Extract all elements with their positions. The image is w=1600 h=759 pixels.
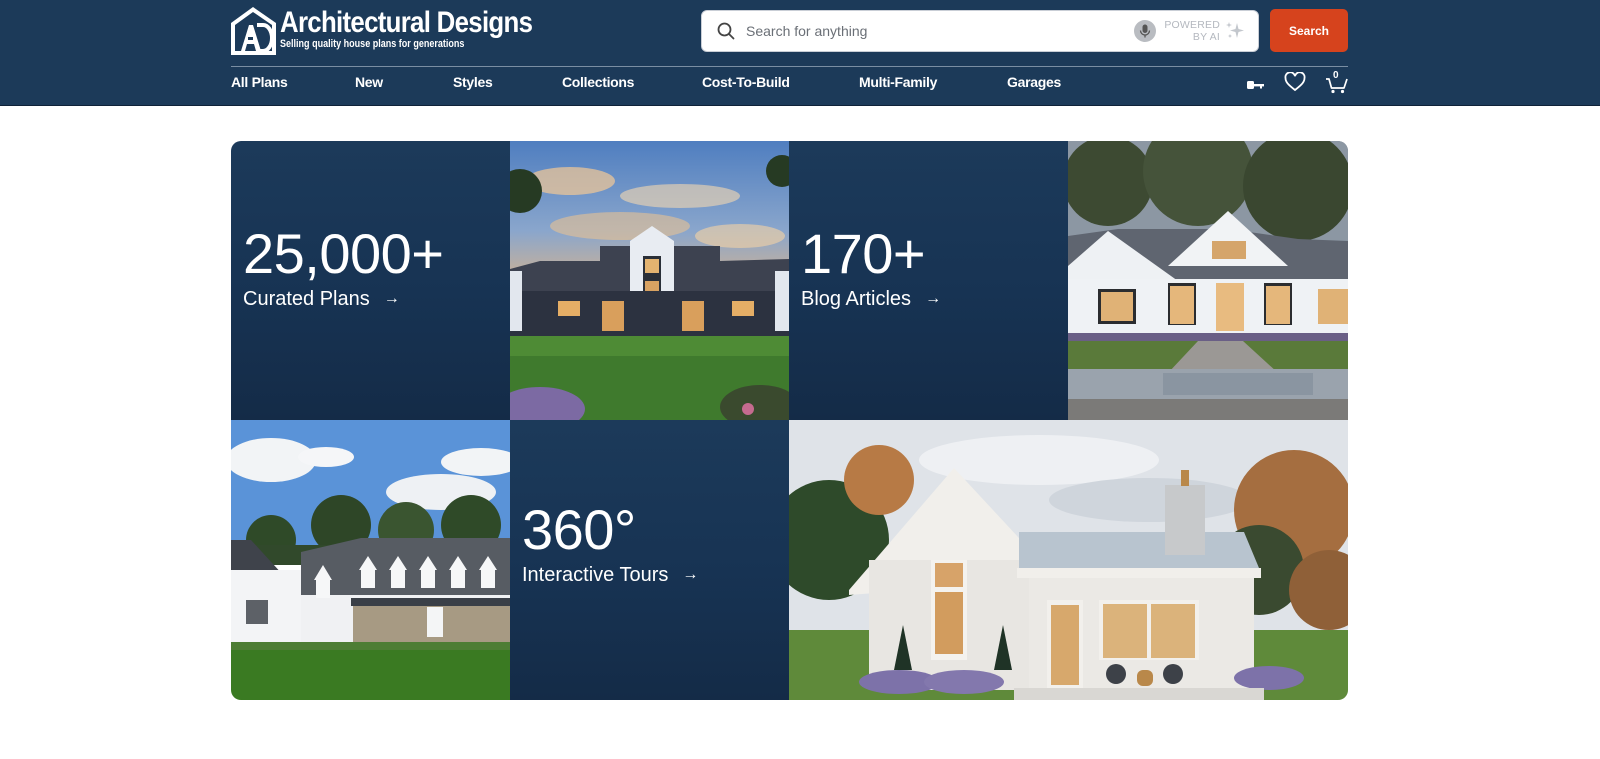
arrow-right-icon: → bbox=[383, 290, 400, 307]
powered-line-1: POWERED bbox=[1164, 19, 1220, 31]
powered-by-ai-label: POWERED BY AI bbox=[1164, 19, 1220, 43]
nav-item-garages[interactable]: Garages bbox=[1007, 74, 1061, 90]
powered-line-2: BY AI bbox=[1192, 31, 1220, 43]
photo-white-colonial[interactable] bbox=[231, 420, 510, 700]
photo-white-farmhouse[interactable] bbox=[1068, 141, 1348, 420]
search-input[interactable] bbox=[746, 11, 1135, 51]
nav-divider bbox=[231, 66, 1348, 67]
white-farmhouse-image bbox=[1068, 141, 1348, 420]
nav-item-collections[interactable]: Collections bbox=[562, 74, 634, 90]
arrow-right-icon: → bbox=[925, 290, 942, 307]
nav-item-all-plans[interactable]: All Plans bbox=[231, 74, 288, 90]
search-icon bbox=[716, 21, 736, 41]
search-bar: POWERED BY AI bbox=[701, 10, 1259, 52]
brand-name: Architectural Designs bbox=[280, 6, 533, 39]
key-icon[interactable] bbox=[1247, 78, 1265, 96]
sparkle-icon bbox=[1224, 20, 1246, 42]
photo-farmhouse-sunset[interactable] bbox=[510, 141, 789, 420]
microphone-icon[interactable] bbox=[1134, 20, 1157, 42]
site-header: Architectural Designs Selling quality ho… bbox=[0, 0, 1600, 106]
search-button[interactable]: Search bbox=[1270, 9, 1348, 52]
shingle-cottage-image bbox=[789, 420, 1348, 700]
nav-item-new[interactable]: New bbox=[355, 74, 383, 90]
photo-shingle-cottage[interactable] bbox=[789, 420, 1348, 700]
blog-articles-text: Blog Articles bbox=[801, 288, 912, 310]
interactive-tours-count: 360° bbox=[522, 498, 636, 561]
brand-logo[interactable]: Architectural Designs Selling quality ho… bbox=[231, 7, 573, 55]
white-colonial-image bbox=[231, 420, 510, 700]
blog-articles-tile[interactable]: 170+ Blog Articles → bbox=[789, 141, 1068, 420]
cart-count-badge: 0 bbox=[1333, 70, 1339, 81]
interactive-tours-label: Interactive Tours → bbox=[522, 563, 698, 587]
nav-item-multi-family[interactable]: Multi-Family bbox=[859, 74, 937, 90]
nav-item-cost-to-build[interactable]: Cost-To-Build bbox=[702, 74, 790, 90]
farmhouse-sunset-image bbox=[510, 141, 789, 420]
brand-tagline: Selling quality house plans for generati… bbox=[280, 38, 465, 50]
curated-plans-count: 25,000+ bbox=[243, 222, 444, 285]
heart-icon[interactable] bbox=[1284, 71, 1306, 97]
interactive-tours-tile[interactable]: 360° Interactive Tours → bbox=[510, 420, 789, 700]
nav-item-styles[interactable]: Styles bbox=[453, 74, 493, 90]
blog-articles-label: Blog Articles → bbox=[801, 287, 941, 311]
curated-plans-tile[interactable]: 25,000+ Curated Plans → bbox=[231, 141, 510, 420]
logo-monogram-icon bbox=[231, 7, 276, 55]
curated-plans-label: Curated Plans → bbox=[243, 287, 400, 311]
arrow-right-icon: → bbox=[682, 566, 699, 583]
blog-articles-count: 170+ bbox=[801, 222, 926, 285]
interactive-tours-text: Interactive Tours bbox=[522, 564, 669, 586]
feature-grid: 25,000+ Curated Plans → 170+ Blog Articl… bbox=[231, 141, 1348, 700]
curated-plans-text: Curated Plans bbox=[243, 288, 370, 310]
